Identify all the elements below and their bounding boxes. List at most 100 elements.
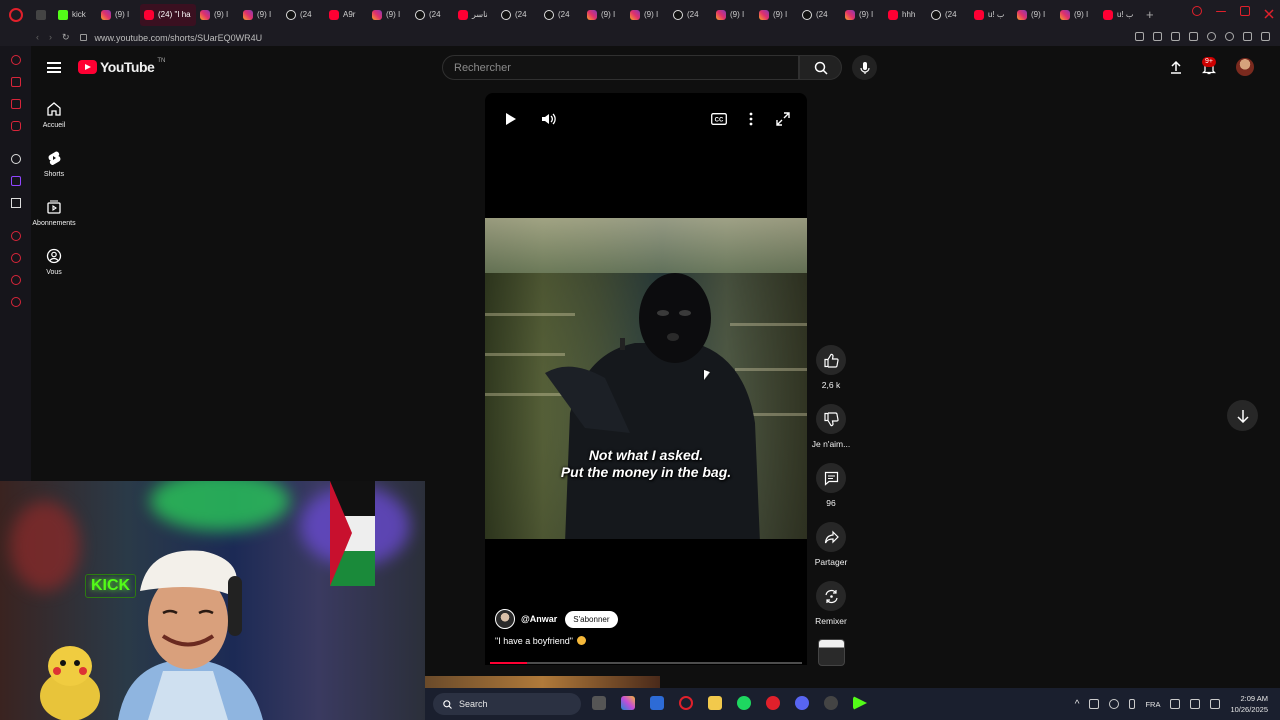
maximize-icon[interactable] [1240,6,1250,16]
heart-icon[interactable] [1207,32,1216,41]
browser-tab[interactable]: (9) I [97,4,140,26]
sidebar-history-icon[interactable] [11,253,21,263]
browser-tab[interactable] [32,4,54,26]
browser-tab[interactable]: (24 [411,4,454,26]
shield-icon[interactable] [1171,32,1180,41]
account-avatar[interactable] [1236,58,1254,76]
browser-tab[interactable]: (9) I [626,4,669,26]
browser-tab[interactable]: u! ب [970,4,1013,26]
browser-tab[interactable]: (24 [282,4,325,26]
tray-sync-icon[interactable] [1089,699,1100,709]
sound-thumbnail[interactable] [818,639,845,666]
task-view-icon[interactable] [592,696,606,710]
browser-tab[interactable]: (9) I [712,4,755,26]
app-icon[interactable] [824,696,838,710]
tray-chevron-icon[interactable]: ^ [1075,699,1080,710]
search-button[interactable] [799,55,842,80]
subscribe-button[interactable]: S'abonner [565,610,618,628]
channel-name[interactable]: @Anwar [521,614,557,624]
menu-icon[interactable] [1261,32,1270,41]
store-icon[interactable] [650,696,664,710]
browser-tab[interactable]: kick [54,4,97,26]
browser-tab[interactable]: (9) I [196,4,239,26]
browser-tab[interactable]: (9) I [1056,4,1099,26]
snapshot-icon[interactable] [1135,32,1144,41]
browser-tab[interactable]: hhh [884,4,927,26]
guide-item-vous[interactable]: Vous [31,248,77,276]
progress-bar[interactable] [490,662,802,664]
tray-cloud-icon[interactable] [1109,699,1120,709]
taskbar-search[interactable]: Search [433,693,581,715]
sidebar-messenger-icon[interactable] [11,99,21,109]
discord-icon[interactable] [795,696,809,710]
language-indicator[interactable]: FRA [1145,700,1160,709]
browser-tab[interactable]: (9) I [368,4,411,26]
browser-tab[interactable]: (24 [798,4,841,26]
browser-tab[interactable]: ناسر [454,4,497,26]
guide-item-accueil[interactable]: Accueil [31,101,77,129]
browser-tab[interactable]: (24 [540,4,583,26]
browser-tab[interactable]: (24 [497,4,540,26]
kick-app-icon[interactable] [853,696,867,710]
short-caption[interactable]: "I have a boyfriend" [495,636,586,646]
browser-tab[interactable]: A9r [325,4,368,26]
browser-tab[interactable]: (9) I [1013,4,1056,26]
sidebar-x-icon[interactable] [11,198,21,208]
guide-menu-icon[interactable] [47,62,61,73]
next-short-button[interactable] [1227,400,1258,431]
guide-item-abonnements[interactable]: Abonnements [31,199,77,227]
sidebar-tiktok-icon[interactable] [11,154,21,164]
create-button[interactable] [1166,57,1186,77]
play-button[interactable] [502,110,520,128]
browser-tab[interactable]: (9) I [841,4,884,26]
back-icon[interactable]: ‹ [36,32,39,43]
minimize-icon[interactable] [1216,11,1226,12]
sidebar-instagram-icon[interactable] [11,121,21,131]
forward-icon[interactable]: › [49,32,52,43]
browser-tab[interactable]: (24 [927,4,970,26]
player-icon[interactable] [1189,32,1198,41]
like-button[interactable] [816,345,846,375]
browser-tab[interactable]: (9) I [755,4,798,26]
browser-tab[interactable]: (9) I [583,4,626,26]
guide-item-shorts[interactable]: Shorts [31,150,77,178]
browser-tab[interactable]: (24 [669,4,712,26]
reload-icon[interactable]: ↻ [62,32,70,43]
dislike-button[interactable] [816,404,846,434]
file-explorer-icon[interactable] [708,696,722,710]
download-icon[interactable] [1243,32,1252,41]
browser-tab[interactable]: (9) I [239,4,282,26]
sidebar-settings-icon[interactable] [11,297,21,307]
tray-microphone-icon[interactable] [1129,699,1136,709]
profile-icon[interactable] [1225,32,1234,41]
sidebar-aria-icon[interactable] [11,55,21,65]
volume-button[interactable] [540,110,558,128]
shorts-player[interactable]: CC Not what I asked. Put the money in th… [485,93,807,665]
close-icon[interactable] [1264,6,1274,19]
share-button[interactable] [816,522,846,552]
remix-button[interactable] [816,581,846,611]
tray-volume-icon[interactable] [1190,699,1201,709]
sidebar-crypto-icon[interactable] [11,77,21,87]
url-field[interactable]: www.youtube.com/shorts/SUarEQ0WR4U [95,33,263,43]
sidebar-pin-icon[interactable] [11,275,21,285]
search-input[interactable] [443,56,798,79]
more-options-button[interactable] [742,110,760,128]
voice-search-button[interactable] [852,55,877,80]
sidebar-player-icon[interactable] [11,231,21,241]
opera-taskbar-icon[interactable] [679,696,693,710]
search-tabs-icon[interactable] [1192,6,1202,16]
youtube-logo[interactable]: YouTube TN [78,58,165,75]
browser-tab[interactable]: u! ب [1099,4,1142,26]
tray-network-icon[interactable] [1170,699,1181,709]
copilot-icon[interactable] [621,696,635,710]
comments-button[interactable] [816,463,846,493]
fullscreen-button[interactable] [774,110,792,128]
opera-gx-icon[interactable] [766,696,780,710]
tray-battery-icon[interactable] [1210,699,1221,709]
captions-button[interactable]: CC [710,110,728,128]
browser-tab[interactable]: (24) "I ha [140,3,196,26]
taskbar-clock[interactable]: 2:09 AM 10/26/2025 [1230,693,1268,715]
spotify-icon[interactable] [737,696,751,710]
new-tab-icon[interactable]: + [1146,7,1154,22]
